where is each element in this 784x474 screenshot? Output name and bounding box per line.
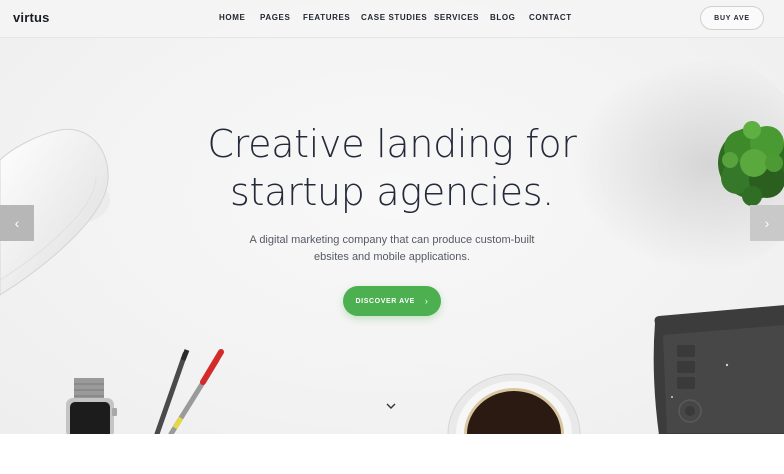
hero-headline-line1: Creative landing for bbox=[207, 122, 577, 166]
hero-subtext-line2: ebsites and mobile applications. bbox=[314, 251, 470, 263]
nav-blog[interactable]: BLOG bbox=[490, 13, 516, 22]
chevron-right-icon: › bbox=[764, 215, 770, 231]
main-nav: HOME PAGES FEATURES CASE STUDIES SERVICE… bbox=[0, 13, 784, 25]
nav-pages[interactable]: PAGES bbox=[260, 13, 290, 22]
chevron-left-icon: ‹ bbox=[14, 215, 20, 231]
page: virtus HOME PAGES FEATURES CASE STUDIES … bbox=[0, 0, 784, 474]
discover-button[interactable]: DISCOVER AVE › bbox=[343, 286, 441, 316]
nav-features[interactable]: FEATURES bbox=[303, 13, 350, 22]
chevron-down-icon bbox=[386, 403, 396, 409]
smartwatch-image bbox=[66, 378, 117, 434]
hero-subtext-line1: A digital marketing company that can pro… bbox=[249, 234, 535, 246]
slider-next-button[interactable]: › bbox=[750, 205, 784, 241]
scroll-down-button[interactable] bbox=[384, 401, 398, 415]
drawing-tablet-image bbox=[653, 305, 784, 434]
hero-headline-line2: startup agencies. bbox=[230, 170, 554, 214]
coffee-cup-image bbox=[447, 373, 581, 434]
hero-section: virtus HOME PAGES FEATURES CASE STUDIES … bbox=[0, 0, 784, 434]
buy-button[interactable]: BUY AVE bbox=[700, 6, 764, 30]
pens-image bbox=[154, 349, 224, 434]
nav-case-studies[interactable]: CASE STUDIES bbox=[361, 13, 427, 22]
nav-home[interactable]: HOME bbox=[219, 13, 245, 22]
slider-prev-button[interactable]: ‹ bbox=[0, 205, 34, 241]
hero-subtext: A digital marketing company that can pro… bbox=[240, 232, 544, 266]
chevron-right-icon: › bbox=[424, 296, 429, 306]
discover-button-label: DISCOVER AVE bbox=[355, 297, 415, 305]
nav-contact[interactable]: CONTACT bbox=[529, 13, 572, 22]
site-header: virtus HOME PAGES FEATURES CASE STUDIES … bbox=[0, 0, 784, 38]
hero-headline: Creative landing for startup agencies. bbox=[0, 120, 784, 216]
nav-services[interactable]: SERVICES bbox=[434, 13, 479, 22]
